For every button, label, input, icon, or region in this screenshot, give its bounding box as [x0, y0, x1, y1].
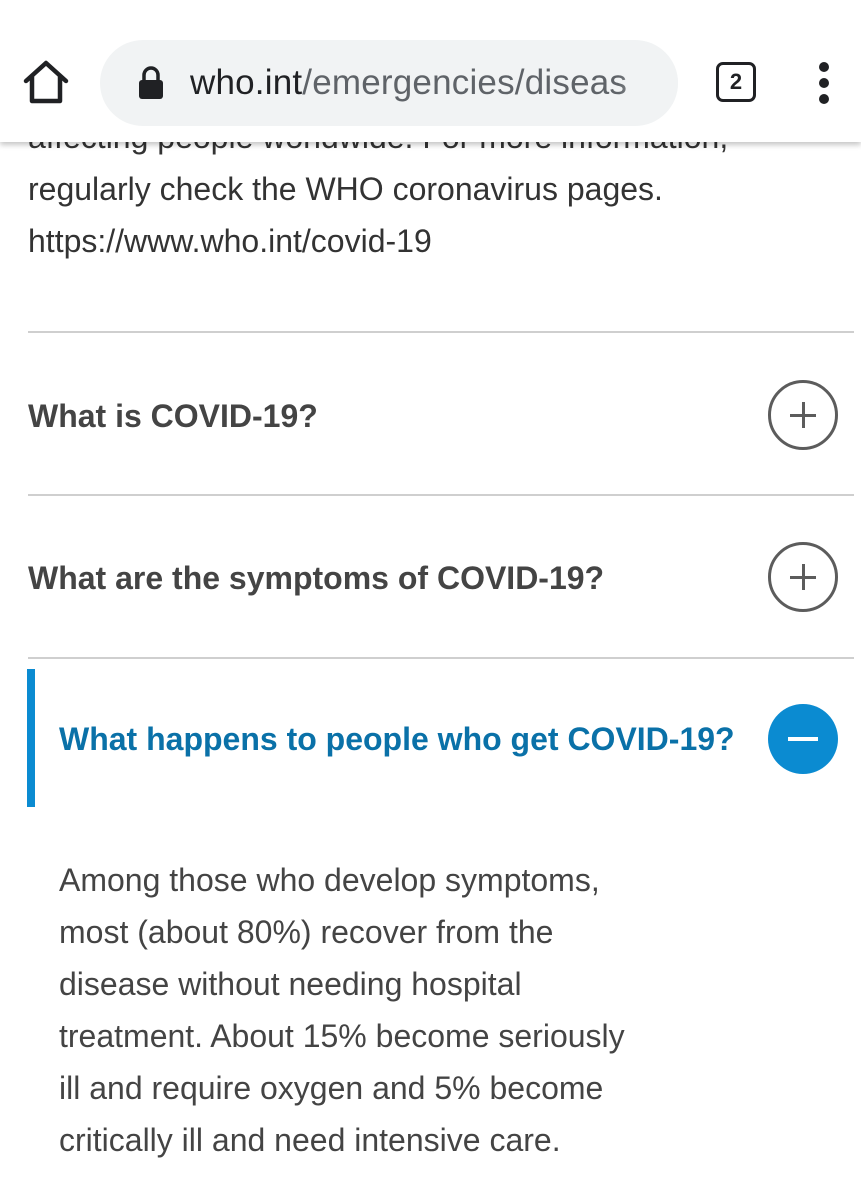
answer-line: most (about 80%) recover from the [59, 914, 554, 950]
address-bar[interactable]: who.int/emergencies/diseas [100, 40, 678, 126]
browser-viewport: affecting people worldwide. For more inf… [0, 0, 861, 1200]
answer-line: ill and require oxygen and 5% become [59, 1070, 604, 1106]
faq-question[interactable]: What are the symptoms of COVID-19? [28, 558, 604, 598]
tab-switcher-icon[interactable]: 2 [716, 62, 756, 102]
faq-question-active[interactable]: What happens to people who get COVID-19? [59, 719, 735, 759]
overflow-menu-icon[interactable] [808, 62, 840, 106]
intro-text: regularly check the WHO coronavirus page… [28, 171, 663, 207]
faq-divider [28, 331, 854, 333]
url-fade [618, 40, 678, 126]
covid-link[interactable]: https://www.who.int/covid-19 [28, 216, 432, 266]
home-icon [23, 60, 69, 104]
url-path: /emergencies/diseas [302, 63, 628, 102]
url-text[interactable]: who.int/emergencies/diseas [190, 60, 660, 106]
active-item-indicator [27, 669, 35, 807]
minus-circle-icon[interactable] [768, 704, 838, 774]
answer-line: Among those who develop symptoms, [59, 862, 600, 898]
plus-circle-icon[interactable] [768, 542, 838, 612]
answer-line: treatment. About 15% become seriously [59, 1018, 625, 1054]
faq-question[interactable]: What is COVID-19? [28, 396, 318, 436]
answer-line: disease without needing hospital [59, 966, 522, 1002]
home-button[interactable] [18, 54, 74, 110]
plus-circle-icon[interactable] [768, 380, 838, 450]
answer-line: critically ill and need intensive care. [59, 1122, 561, 1158]
url-domain: who.int [190, 63, 303, 102]
faq-divider [28, 657, 854, 659]
browser-toolbar: who.int/emergencies/diseas 2 [0, 0, 861, 142]
lock-icon [139, 66, 163, 99]
faq-divider [28, 494, 854, 496]
